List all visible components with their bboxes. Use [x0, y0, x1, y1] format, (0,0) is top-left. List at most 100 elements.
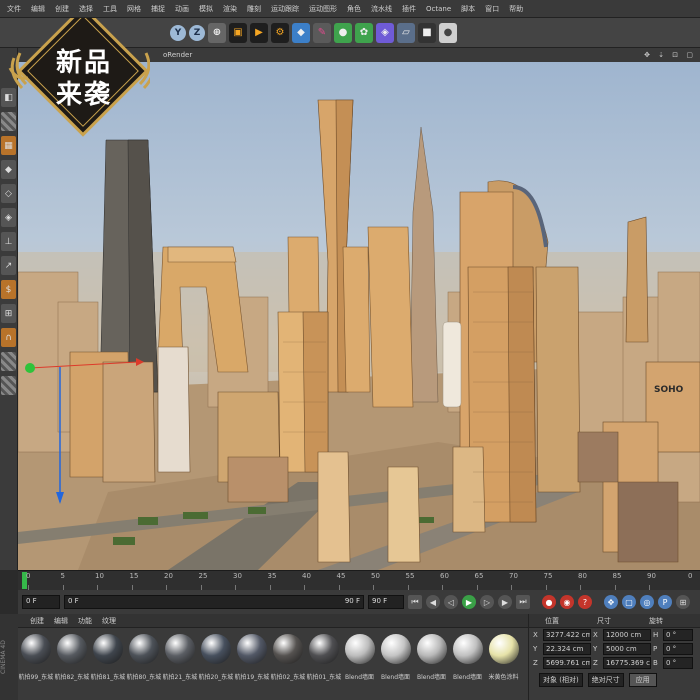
- material-thumbnail[interactable]: 航拍20_东城: [199, 634, 233, 681]
- menu-item-window[interactable]: 窗口: [480, 4, 504, 14]
- menu-item-script[interactable]: 脚本: [456, 4, 480, 14]
- position-y-field[interactable]: 22.324 cm: [543, 643, 591, 655]
- menu-item-plugins[interactable]: 插件: [397, 4, 421, 14]
- rotation-b-field[interactable]: 0 °: [663, 657, 693, 669]
- edges-mode-icon[interactable]: ◇: [1, 184, 16, 203]
- axis-label: Z: [533, 659, 538, 667]
- material-thumbnail[interactable]: Blend墙面: [416, 634, 447, 681]
- menu-item-select[interactable]: 选择: [74, 4, 98, 14]
- material-thumbnail[interactable]: Blend墙面: [344, 634, 375, 681]
- workplane-icon[interactable]: ⊞: [1, 304, 16, 323]
- material-thumbnail[interactable]: 航拍02_东城: [271, 634, 305, 681]
- param-key-icon[interactable]: P: [658, 595, 672, 609]
- menu-item-mesh[interactable]: 网格: [122, 4, 146, 14]
- camera-icon[interactable]: ■: [418, 22, 436, 43]
- go-to-end-icon[interactable]: ⏭: [516, 595, 530, 609]
- menu-item-pipeline[interactable]: 流水线: [366, 4, 397, 14]
- move-key-icon[interactable]: ✥: [604, 595, 618, 609]
- menu-item-render[interactable]: 渲染: [218, 4, 242, 14]
- subdivision-icon[interactable]: ●: [334, 22, 352, 43]
- keyframe-selection-icon[interactable]: ?: [578, 595, 592, 609]
- light-bulb-icon[interactable]: ●: [439, 22, 457, 43]
- axis-label: Y: [533, 645, 538, 653]
- menu-item-help[interactable]: 帮助: [504, 4, 528, 14]
- menu-item-character[interactable]: 角色: [342, 4, 366, 14]
- size-y-field[interactable]: 5000 cm: [603, 643, 651, 655]
- go-to-start-icon[interactable]: ⏮: [408, 595, 422, 609]
- material-menu-create[interactable]: 创建: [30, 616, 44, 626]
- rotation-h-field[interactable]: 0 °: [663, 629, 693, 641]
- cloner-icon[interactable]: ✿: [355, 22, 373, 43]
- material-thumbnail[interactable]: 航拍01_东城: [307, 634, 341, 681]
- points-mode-icon[interactable]: ◆: [1, 160, 16, 179]
- material-thumbnail[interactable]: 航拍19_东城: [235, 634, 269, 681]
- material-thumbnail[interactable]: 米黄色涂料: [488, 634, 519, 681]
- timeline-tick-label: 70: [509, 572, 518, 580]
- menu-item-snap[interactable]: 捕捉: [146, 4, 170, 14]
- menu-item-sculpt[interactable]: 雕刻: [242, 4, 266, 14]
- pen-icon[interactable]: ✎: [313, 22, 331, 43]
- material-menu-function[interactable]: 功能: [78, 616, 92, 626]
- grid-icon[interactable]: [1, 352, 16, 371]
- prev-key-icon[interactable]: ◀: [426, 595, 440, 609]
- viewport-nav-icons[interactable]: ✥ ⇣ ⊡ ▢: [644, 51, 696, 59]
- timeline-tick-label: 55: [405, 572, 415, 580]
- axis-mode-icon[interactable]: ⊥: [1, 232, 16, 251]
- material-thumbnail[interactable]: 航拍21_东城: [163, 634, 197, 681]
- render-settings-icon[interactable]: ⚙: [271, 22, 289, 43]
- material-thumbnail[interactable]: 航拍81_东城: [91, 634, 125, 681]
- preview-range-slider[interactable]: 0 F 90 F: [64, 595, 364, 609]
- snap-icon[interactable]: $: [1, 280, 16, 299]
- material-menu-edit[interactable]: 编辑: [54, 616, 68, 626]
- end-frame-field[interactable]: 90 F: [368, 595, 404, 609]
- autokey-icon[interactable]: ◉: [560, 595, 574, 609]
- next-frame-icon[interactable]: ▷: [480, 595, 494, 609]
- polygons-mode-icon[interactable]: ◈: [1, 208, 16, 227]
- material-thumbnail[interactable]: 航拍82_东城: [54, 634, 89, 681]
- menu-item-animate[interactable]: 动画: [170, 4, 194, 14]
- locked-workplane-icon[interactable]: [1, 376, 16, 395]
- material-thumbnail[interactable]: 航拍80_东城: [127, 634, 161, 681]
- start-frame-field[interactable]: 0 F: [22, 595, 60, 609]
- render-view-icon[interactable]: ▣: [229, 22, 247, 43]
- menu-item-octane[interactable]: Octane: [421, 5, 456, 13]
- position-x-field[interactable]: 3277.422 cm: [543, 629, 591, 641]
- material-thumbnail[interactable]: 航拍99_东城: [19, 634, 53, 681]
- apply-button[interactable]: 应用: [628, 673, 657, 687]
- material-menu-texture[interactable]: 纹理: [102, 616, 116, 626]
- coordinate-system-icon[interactable]: ⊕: [208, 22, 226, 43]
- deformer-icon[interactable]: ◈: [376, 22, 394, 43]
- tweak-mode-icon[interactable]: ↗: [1, 256, 16, 275]
- viewport-renderer-label[interactable]: oRender: [163, 51, 192, 59]
- z-axis-toggle[interactable]: Z: [189, 24, 205, 41]
- coordinate-mode-dropdown[interactable]: 对象 (相对): [539, 673, 583, 687]
- menu-item-edit[interactable]: 编辑: [26, 4, 50, 14]
- prev-frame-icon[interactable]: ◁: [444, 595, 458, 609]
- floor-icon[interactable]: ▱: [397, 22, 415, 43]
- rotate-key-icon[interactable]: ◎: [640, 595, 654, 609]
- y-axis-toggle[interactable]: Y: [170, 24, 186, 41]
- material-thumbnail[interactable]: Blend墙面: [452, 634, 483, 681]
- point-level-icon[interactable]: ⊞: [676, 595, 690, 609]
- menu-item-tools[interactable]: 工具: [98, 4, 122, 14]
- size-x-field[interactable]: 12000 cm: [603, 629, 651, 641]
- menu-item-motion-tracking[interactable]: 运动跟踪: [266, 4, 304, 14]
- material-label: 航拍82_东城: [54, 674, 89, 681]
- next-key-icon[interactable]: ▶: [498, 595, 512, 609]
- menu-item-simulate[interactable]: 模拟: [194, 4, 218, 14]
- menu-item-mograph[interactable]: 运动图形: [304, 4, 342, 14]
- position-z-field[interactable]: 5699.761 cm: [543, 657, 591, 669]
- menu-item-file[interactable]: 文件: [2, 4, 26, 14]
- cube-icon[interactable]: ◆: [292, 22, 310, 43]
- scale-key-icon[interactable]: ▢: [622, 595, 636, 609]
- size-z-field[interactable]: 16775.369 cm: [603, 657, 651, 669]
- render-picture-viewer-icon[interactable]: ▶: [250, 22, 268, 43]
- size-mode-dropdown[interactable]: 绝对尺寸: [587, 673, 624, 687]
- timeline-ruler[interactable]: 0 5 10 15 20 25 30 35 40 45 50 55 60 65 70 75 80 85 90 0: [18, 570, 700, 590]
- rotation-p-field[interactable]: 0 °: [663, 643, 693, 655]
- play-icon[interactable]: ▶: [462, 595, 476, 609]
- material-thumbnail[interactable]: Blend墙面: [380, 634, 411, 681]
- menu-item-create[interactable]: 创建: [50, 4, 74, 14]
- magnet-icon[interactable]: ∩: [1, 328, 16, 347]
- record-icon[interactable]: ●: [542, 595, 556, 609]
